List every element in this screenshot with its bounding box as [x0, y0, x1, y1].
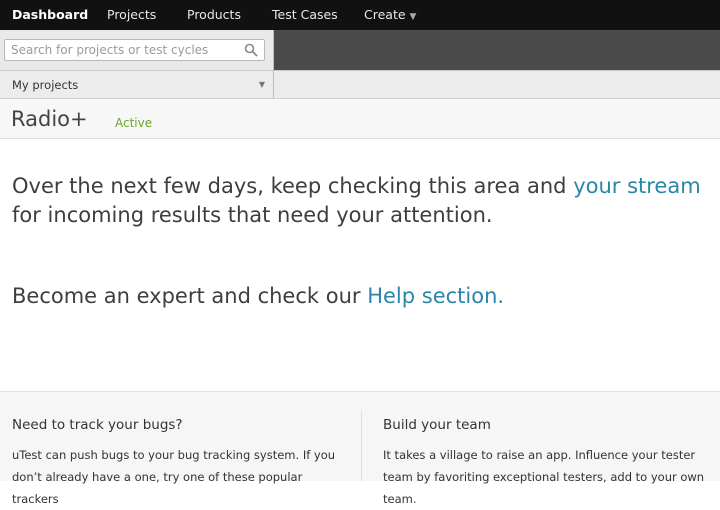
build-team-text: It takes a village to raise an app. Infl…: [383, 448, 705, 506]
bottom-info-section: Need to track your bugs? uTest can push …: [0, 391, 720, 506]
nav-test-cases[interactable]: Test Cases: [272, 0, 338, 30]
nav-projects[interactable]: Projects: [107, 0, 156, 30]
toolbar-area: [274, 30, 720, 70]
nav-create-label: Create: [364, 7, 406, 22]
top-navigation-bar: Dashboard Projects Products Test Cases C…: [0, 0, 720, 30]
my-projects-dropdown[interactable]: My projects ▼: [0, 70, 273, 98]
help-message-prefix: Become an expert and check our: [12, 284, 368, 308]
bug-tracking-text: uTest can push bugs to your bug tracking…: [12, 448, 336, 506]
left-panel: My projects ▼: [0, 30, 274, 98]
build-team-title: Build your team: [383, 417, 491, 433]
search-input[interactable]: [11, 42, 236, 58]
bug-tracking-title: Need to track your bugs?: [12, 417, 183, 433]
nav-products[interactable]: Products: [187, 0, 241, 30]
search-icon[interactable]: [244, 43, 258, 57]
toolbar-lower-area: [274, 70, 720, 99]
help-message: Become an expert and check our Help sect…: [12, 282, 712, 311]
my-projects-label: My projects: [12, 78, 79, 92]
your-stream-link[interactable]: your stream: [573, 174, 701, 198]
nav-create-menu[interactable]: Create ▼: [364, 0, 416, 30]
stream-message: Over the next few days, keep checking th…: [12, 172, 712, 230]
nav-dashboard[interactable]: Dashboard: [12, 0, 88, 30]
project-header: Radio+ Active: [0, 98, 720, 139]
project-title: Radio+: [11, 107, 88, 131]
caret-down-icon: ▼: [409, 12, 417, 22]
help-section-link[interactable]: Help section.: [367, 284, 504, 308]
triangle-down-icon: ▼: [258, 80, 265, 89]
status-badge: Active: [115, 116, 153, 130]
search-box: [4, 39, 265, 61]
stream-message-suffix: for incoming results that need your atte…: [12, 203, 493, 227]
stream-message-prefix: Over the next few days, keep checking th…: [12, 174, 574, 198]
column-divider: [361, 411, 362, 481]
